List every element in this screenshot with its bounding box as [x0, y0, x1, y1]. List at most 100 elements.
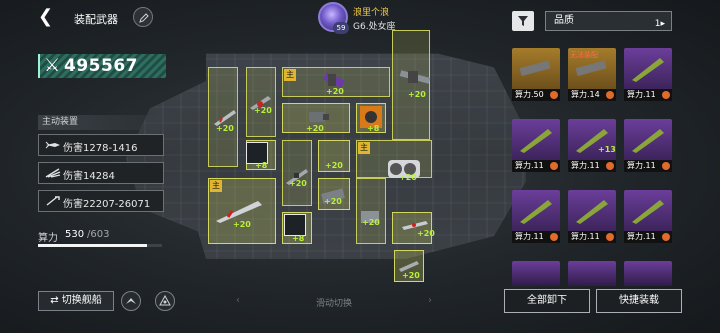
card-power: 算力.11: [624, 160, 672, 172]
gear-icon[interactable]: [284, 214, 306, 236]
edit-button[interactable]: [133, 7, 153, 27]
ship-mode-button[interactable]: [155, 291, 175, 311]
turret-icon: [632, 200, 664, 224]
main-slot-tag: 主: [284, 69, 296, 81]
bonus-label: +20: [326, 87, 344, 96]
bonus-label: +20: [408, 90, 426, 99]
fire-icon: [606, 91, 614, 99]
inventory-card[interactable]: 算力.11: [624, 119, 672, 172]
bonus-label: +8: [292, 234, 305, 243]
card-power: 算力.11: [512, 231, 560, 243]
card-power: 算力.50: [512, 89, 560, 101]
bonus-label: +20: [362, 218, 380, 227]
fire-icon: [606, 162, 614, 170]
bonus-label: +20: [306, 124, 324, 133]
inventory-card[interactable]: 算力.50: [512, 48, 560, 101]
spark-blade-icon: [46, 196, 60, 206]
claw-strike-icon: [45, 168, 61, 178]
bonus-label: +20: [233, 220, 251, 229]
sort-toggle-icon[interactable]: 1▸: [655, 15, 665, 33]
pen-icon: [139, 13, 149, 23]
bonus-label: +20: [324, 197, 342, 206]
card-power: 算力.11: [512, 160, 560, 172]
user-name: 浪里个浪: [353, 8, 390, 18]
inventory-card[interactable]: [512, 261, 560, 286]
inventory-panel: 算力.50 无法装配 算力.14 算力.11 算力.11 +13 算力.11 算…: [508, 40, 684, 286]
power-value: 495567: [64, 56, 138, 76]
quick-equip-button[interactable]: 快捷装载: [596, 289, 682, 313]
card-bonus: +13: [598, 145, 616, 154]
cannon-icon: [519, 60, 551, 77]
turret-icon: [520, 200, 552, 224]
swipe-right-icon: ›: [428, 295, 432, 306]
crossed-swords-icon: ⚔: [44, 55, 61, 76]
turret-icon: [576, 200, 608, 224]
bonus-label: +8: [255, 161, 268, 170]
active-gear-item[interactable]: 伤害14284: [38, 162, 164, 184]
switch-ship-button[interactable]: ⇄ 切换舰船: [38, 291, 114, 311]
user-rank: G6.处女座: [353, 22, 396, 32]
ship-skill-button[interactable]: [121, 291, 141, 311]
fire-icon: [662, 162, 670, 170]
card-power: 算力.11: [568, 160, 616, 172]
inventory-card[interactable]: 无法装配 算力.14: [568, 48, 616, 101]
inventory-card[interactable]: 算力.11: [568, 190, 616, 243]
bonus-label: +8: [367, 124, 380, 133]
triangle-mode-icon: [159, 295, 171, 306]
power-total: ⚔ 495567: [38, 54, 166, 78]
damage-label: 伤害1278-1416: [63, 143, 138, 154]
active-gear-item[interactable]: 伤害22207-26071: [38, 190, 164, 212]
card-power: 算力.11: [624, 231, 672, 243]
capacity-bar: [38, 244, 162, 247]
filter-button[interactable]: [512, 11, 534, 31]
fire-icon: [550, 91, 558, 99]
bonus-label: +20: [216, 124, 234, 133]
inventory-card[interactable]: 算力.11: [512, 190, 560, 243]
turret-icon: [520, 129, 552, 153]
turret-icon: [632, 58, 664, 82]
cannot-equip-label: 无法装配: [570, 51, 598, 59]
bonus-label: +20: [254, 106, 272, 115]
card-power: 算力.11: [568, 231, 616, 243]
bonus-label: +20: [417, 229, 435, 238]
railgun-icon[interactable]: [398, 66, 432, 88]
capacity-label: 算力: [38, 233, 58, 244]
inventory-card[interactable]: 算力.11: [624, 48, 672, 101]
turret-icon: [632, 129, 664, 153]
main-slot-tag: 主: [210, 180, 222, 192]
bonus-label: +20: [289, 179, 307, 188]
damage-label: 伤害22207-26071: [63, 199, 151, 210]
quality-label: 品质: [554, 15, 574, 26]
active-gear-item[interactable]: 伤害1278-1416: [38, 134, 164, 156]
fire-icon: [662, 91, 670, 99]
bonus-label: +20: [399, 173, 417, 182]
fire-icon: [662, 233, 670, 241]
level-badge: 59: [333, 22, 349, 34]
bonus-label: +20: [325, 161, 343, 170]
inventory-card[interactable]: 算力.11: [624, 190, 672, 243]
card-power: 算力.11: [624, 89, 672, 101]
back-arrow-icon[interactable]: ❮: [38, 7, 58, 27]
wing-icon: [126, 298, 136, 304]
quality-dropdown[interactable]: 品质 1▸: [545, 11, 672, 31]
card-power: 算力.14: [568, 89, 616, 101]
filter-funnel-icon: [518, 16, 528, 26]
fire-icon: [606, 233, 614, 241]
capacity-total: /603: [87, 229, 110, 240]
inventory-card[interactable]: [568, 261, 616, 286]
capacity-bar-fill: [38, 244, 147, 247]
missile-icon: [45, 141, 60, 149]
damage-label: 伤害14284: [63, 171, 115, 182]
swap-icon: ⇄: [50, 295, 62, 306]
unload-all-button[interactable]: 全部卸下: [504, 289, 590, 313]
fire-icon: [550, 162, 558, 170]
capacity-used: 530: [65, 229, 85, 240]
inventory-card[interactable]: [624, 261, 672, 286]
bonus-label: +20: [402, 271, 420, 280]
inventory-card[interactable]: +13 算力.11: [568, 119, 616, 172]
swipe-left-icon: ‹: [236, 295, 240, 306]
fire-icon: [550, 233, 558, 241]
swipe-hint: ‹ 滑动切换 ›: [236, 295, 432, 309]
active-gear-heading: 主动装置: [38, 115, 166, 130]
inventory-card[interactable]: 算力.11: [512, 119, 560, 172]
